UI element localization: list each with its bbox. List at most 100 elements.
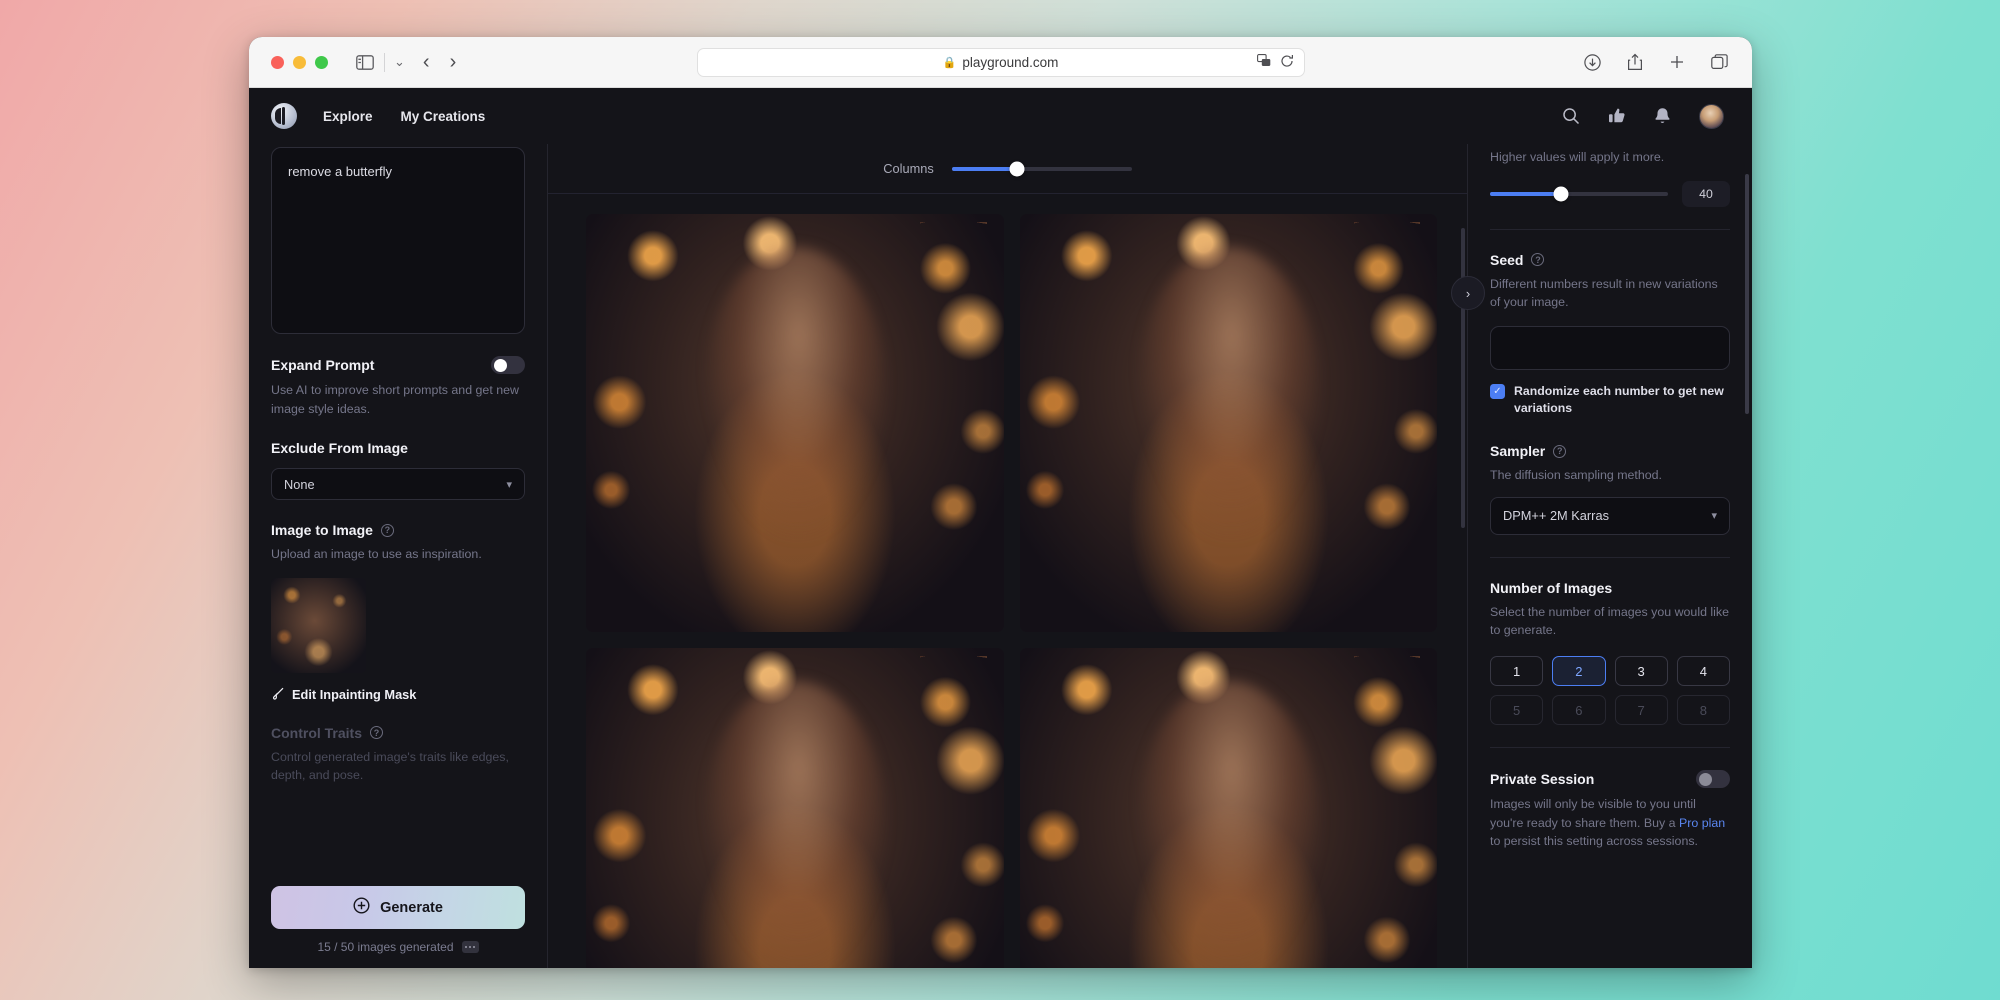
columns-control-bar: Columns (548, 144, 1467, 194)
search-icon[interactable] (1562, 107, 1580, 125)
number-of-images-options: 1234 5678 (1490, 656, 1730, 726)
translate-icon[interactable] (1256, 53, 1271, 71)
share-icon[interactable] (1627, 53, 1643, 71)
minimize-window-button[interactable] (293, 55, 306, 69)
exclude-select[interactable]: None ▾ (271, 468, 525, 501)
notification-bell-icon[interactable] (1654, 107, 1671, 125)
right-panel-scrollbar[interactable] (1745, 174, 1749, 414)
image-results-area: Columns (548, 144, 1467, 968)
plus-circle-icon (353, 897, 370, 918)
address-bar-url: playground.com (962, 54, 1059, 70)
back-button[interactable]: ‹ (423, 52, 430, 72)
generated-image[interactable] (1019, 214, 1437, 632)
sampler-title: Sampler (1490, 443, 1546, 460)
browser-toolbar-right (1584, 53, 1728, 71)
help-icon[interactable]: ? (370, 726, 384, 740)
chevron-down-icon: ▾ (506, 478, 512, 491)
center-scrollbar[interactable] (1461, 228, 1465, 528)
maximize-window-button[interactable] (315, 55, 328, 69)
browser-nav-buttons: ‹ › (423, 52, 456, 72)
number-of-images-title: Number of Images (1490, 579, 1613, 596)
expand-prompt-header: Expand Prompt (271, 356, 525, 374)
chevron-down-icon[interactable]: ⌄ (394, 54, 405, 70)
reload-icon[interactable] (1280, 54, 1294, 71)
columns-slider[interactable] (951, 161, 1132, 176)
brush-icon (271, 687, 284, 703)
thumbs-up-icon[interactable] (1608, 107, 1626, 125)
generation-counter-text: 15 / 50 images generated (317, 940, 454, 954)
number-of-images-option-1[interactable]: 1 (1490, 656, 1544, 687)
private-session-toggle[interactable] (1696, 770, 1730, 789)
private-session-section: Private Session Images will only be visi… (1490, 766, 1730, 851)
image-to-image-title: Image to Image (271, 522, 373, 539)
seed-section: Seed ? Different numbers result in new v… (1490, 248, 1730, 418)
playground-logo-icon[interactable] (271, 103, 297, 129)
address-bar[interactable]: 🔒 playground.com (696, 47, 1305, 77)
number-of-images-option-7[interactable]: 7 (1614, 695, 1668, 726)
more-options-button[interactable] (461, 941, 479, 953)
playground-app: Explore My Creations remove a butterfly … (249, 88, 1752, 968)
strength-slider-row: 40 (1490, 180, 1730, 207)
pro-plan-link[interactable]: Pro plan (1679, 816, 1725, 830)
sampler-select[interactable]: DPM++ 2M Karras ▾ (1490, 496, 1730, 535)
exclude-from-image-section: Exclude From Image None ▾ (271, 440, 525, 501)
forward-button[interactable]: › (450, 52, 457, 72)
app-body: remove a butterfly Expand Prompt Use AI … (249, 144, 1752, 968)
tabs-overview-icon[interactable] (1711, 54, 1728, 70)
strength-value: 40 (1682, 180, 1730, 207)
user-avatar[interactable] (1699, 103, 1724, 129)
seed-input[interactable] (1490, 325, 1730, 370)
generate-button[interactable]: Generate (271, 886, 525, 929)
sidebar-toggle-icon[interactable] (356, 54, 374, 70)
private-session-title: Private Session (1490, 771, 1595, 788)
help-icon[interactable]: ? (380, 523, 394, 537)
collapse-panel-button[interactable]: › (1451, 276, 1485, 310)
private-session-desc-part2: to persist this setting across sessions. (1490, 834, 1698, 849)
number-of-images-option-4[interactable]: 4 (1676, 656, 1730, 687)
expand-prompt-toggle[interactable] (491, 356, 525, 374)
app-header-actions (1562, 103, 1724, 129)
seed-title: Seed (1490, 251, 1524, 268)
browser-window: ⌄ ‹ › 🔒 playground.com Explore My Creati… (249, 37, 1752, 968)
private-session-desc-part1: Images will only be visible to you until… (1490, 797, 1696, 830)
prompt-textarea[interactable]: remove a butterfly (271, 147, 525, 334)
seed-desc: Different numbers result in new variatio… (1490, 276, 1718, 310)
sampler-desc: The diffusion sampling method. (1490, 468, 1662, 483)
columns-label: Columns (883, 161, 934, 176)
number-of-images-option-2[interactable]: 2 (1552, 656, 1606, 687)
strength-slider[interactable] (1490, 186, 1668, 202)
generated-image[interactable] (586, 214, 1004, 632)
seed-header: Seed ? (1490, 252, 1730, 268)
generated-images-grid (548, 194, 1467, 968)
window-traffic-lights (271, 55, 328, 69)
close-window-button[interactable] (271, 55, 284, 69)
number-of-images-option-6[interactable]: 6 (1552, 695, 1606, 726)
nav-my-creations[interactable]: My Creations (401, 109, 486, 124)
help-icon[interactable]: ? (1531, 253, 1545, 267)
nav-explore[interactable]: Explore (323, 109, 373, 124)
download-icon[interactable] (1584, 53, 1601, 71)
generated-image[interactable] (1019, 647, 1437, 968)
lock-icon: 🔒 (942, 56, 957, 69)
control-traits-desc: Control generated image's traits like ed… (271, 749, 509, 783)
number-of-images-option-3[interactable]: 3 (1614, 656, 1668, 687)
edit-inpainting-mask-button[interactable]: Edit Inpainting Mask (271, 687, 525, 703)
number-of-images-option-8[interactable]: 8 (1676, 695, 1730, 726)
expand-prompt-desc: Use AI to improve short prompts and get … (271, 383, 519, 416)
new-tab-icon[interactable] (1669, 54, 1685, 70)
divider (1490, 747, 1730, 749)
strength-desc: Higher values will apply it more. (1490, 150, 1665, 164)
private-session-header: Private Session (1490, 770, 1730, 789)
number-of-images-option-5[interactable]: 5 (1490, 695, 1544, 726)
control-traits-title: Control Traits (271, 724, 363, 741)
generate-area: Generate 15 / 50 images generated (271, 886, 525, 954)
generation-counter: 15 / 50 images generated (271, 940, 525, 954)
generated-image[interactable] (586, 647, 1004, 968)
private-session-desc: Images will only be visible to you until… (1490, 795, 1730, 851)
uploaded-image-thumbnail[interactable] (271, 577, 366, 673)
exclude-title: Exclude From Image (271, 440, 408, 457)
help-icon[interactable]: ? (1553, 444, 1567, 458)
sampler-select-value: DPM++ 2M Karras (1503, 508, 1609, 524)
randomize-seed-checkbox[interactable]: ✓ (1490, 383, 1505, 399)
image-to-image-desc: Upload an image to use as inspiration. (271, 547, 482, 562)
